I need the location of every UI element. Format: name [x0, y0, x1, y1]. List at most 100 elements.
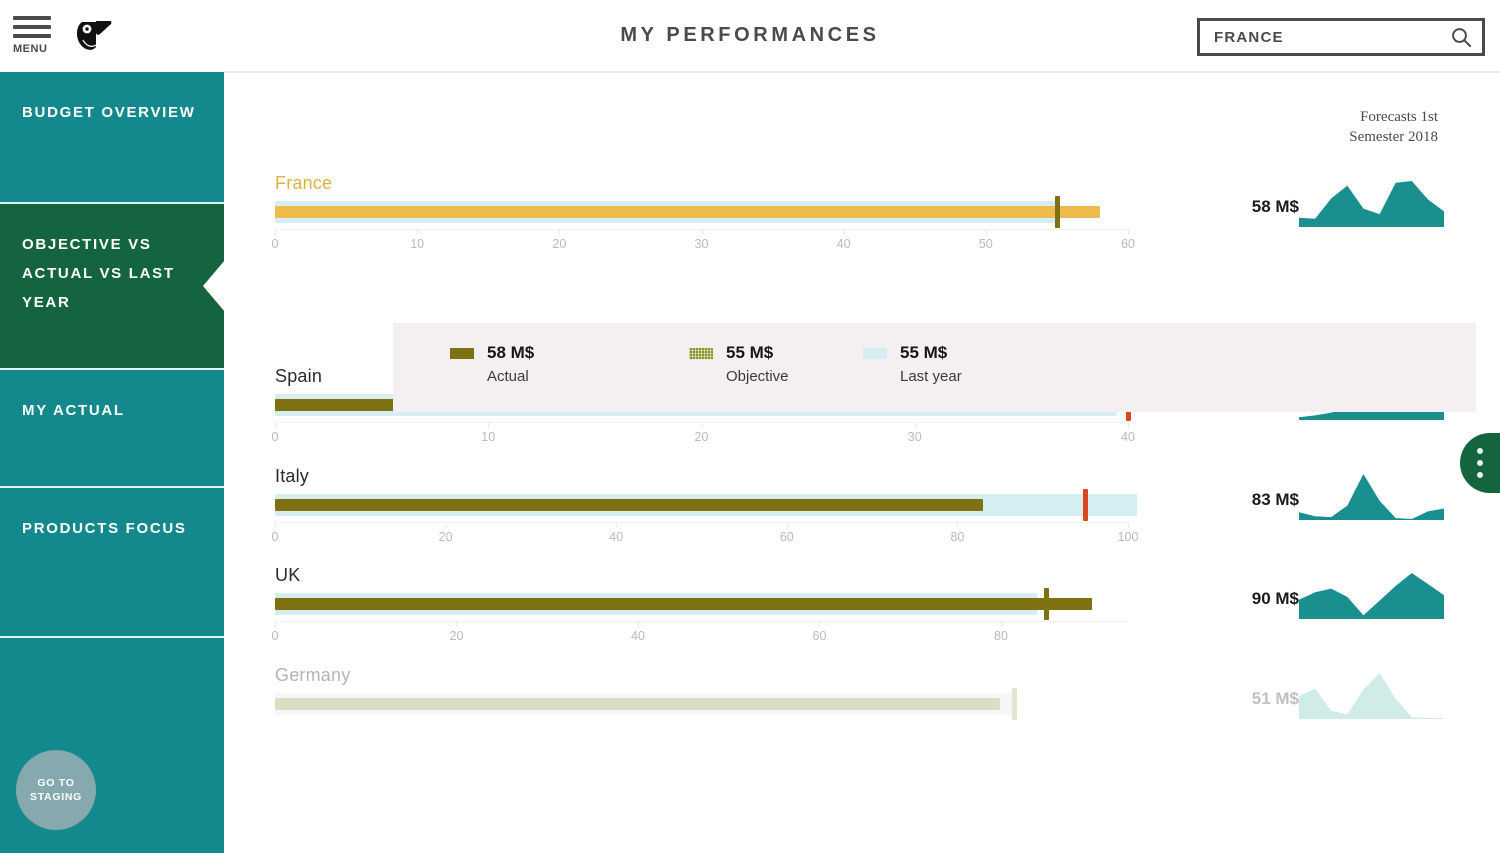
- row-total-value: 58 M$: [1209, 197, 1299, 217]
- actual-bar: [275, 206, 1100, 218]
- row-total-value: 51 M$: [1209, 689, 1299, 709]
- axis-tick: [446, 522, 447, 528]
- axis-tick-label: 60: [813, 629, 827, 643]
- axis-tick-label: 40: [837, 237, 851, 251]
- row-total-value: 90 M$: [1209, 589, 1299, 609]
- legend-caption-actual: Actual: [487, 368, 529, 385]
- bullet-row-label: UK: [275, 565, 300, 586]
- axis-line: [275, 522, 1128, 523]
- axis-tick-label: 40: [609, 530, 623, 544]
- actual-bar: [275, 499, 983, 511]
- axis-tick: [1001, 621, 1002, 627]
- axis-tick: [488, 422, 489, 428]
- bottom-fade: [224, 733, 1500, 853]
- search-box[interactable]: [1197, 18, 1485, 56]
- axis-tick: [616, 522, 617, 528]
- bullet-row-label: Germany: [275, 665, 350, 686]
- objective-marker: [1055, 196, 1060, 228]
- axis-tick: [638, 621, 639, 627]
- axis-tick-label: 40: [631, 629, 645, 643]
- axis-tick-label: 40: [1121, 430, 1135, 444]
- legend-swatch-lastyear: [863, 348, 887, 359]
- axis-tick-label: 0: [272, 237, 279, 251]
- axis-tick: [702, 229, 703, 235]
- axis-tick: [915, 422, 916, 428]
- axis-tick-label: 20: [552, 237, 566, 251]
- main-content: Forecasts 1st Semester 2018 France 0 10 20 3…: [224, 73, 1500, 853]
- axis-tick-label: 10: [410, 237, 424, 251]
- bullet-graph: [275, 691, 1128, 717]
- app-root: MENU MY PERFORMANCES B: [0, 0, 1500, 853]
- axis-tick: [844, 229, 845, 235]
- objective-marker: [1012, 688, 1017, 720]
- bullet-row-label: France: [275, 173, 332, 194]
- bullet-graph: [275, 492, 1128, 518]
- axis-tick: [787, 522, 788, 528]
- forecast-sparkline: [1299, 468, 1444, 520]
- axis-tick: [702, 422, 703, 428]
- app-header: MENU MY PERFORMANCES: [0, 0, 1500, 72]
- legend-value-actual: 58 M$: [487, 343, 534, 363]
- legend-panel: 58 M$ Actual 55 M$ Objective 55 M$ Last …: [393, 323, 1476, 412]
- axis-tick: [275, 522, 276, 528]
- axis-tick-label: 60: [1121, 237, 1135, 251]
- forecast-sparkline: [1299, 567, 1444, 619]
- row-total-value: 83 M$: [1209, 490, 1299, 510]
- legend-value-objective: 55 M$: [726, 343, 773, 363]
- search-input[interactable]: [1214, 29, 1450, 46]
- axis-tick-label: 20: [450, 629, 464, 643]
- go-to-staging-button[interactable]: GO TO STAGING: [16, 750, 96, 830]
- axis-tick: [1128, 522, 1129, 528]
- axis-tick: [275, 422, 276, 428]
- axis-tick: [417, 229, 418, 235]
- axis-tick: [559, 229, 560, 235]
- bullet-row-label: Italy: [275, 466, 309, 487]
- x-axis: 0 20 40 60 80: [275, 621, 1128, 649]
- more-vertical-icon: [1477, 460, 1483, 466]
- axis-tick: [957, 522, 958, 528]
- axis-tick-label: 20: [695, 430, 709, 444]
- bullet-graph: [275, 199, 1128, 225]
- axis-tick-label: 30: [908, 430, 922, 444]
- more-vertical-icon: [1477, 448, 1483, 454]
- axis-tick: [986, 229, 987, 235]
- sidebar-item-label: BUDGET OVERVIEW: [22, 104, 196, 121]
- forecast-sparkline: [1299, 667, 1444, 719]
- axis-tick-label: 0: [272, 629, 279, 643]
- more-vertical-icon: [1477, 472, 1483, 478]
- objective-marker: [1083, 489, 1088, 521]
- x-axis: 010203040: [275, 422, 1128, 450]
- actual-bar: [275, 698, 1000, 710]
- axis-tick: [275, 229, 276, 235]
- axis-tick-label: 100: [1118, 530, 1139, 544]
- forecast-caption-line2: Semester 2018: [1218, 127, 1438, 147]
- search-icon[interactable]: [1450, 26, 1472, 48]
- active-indicator-arrow: [203, 260, 225, 312]
- sidebar-item-products-focus[interactable]: PRODUCTS FOCUS: [0, 488, 224, 638]
- bullet-graph: [275, 591, 1128, 617]
- forecast-caption: Forecasts 1st Semester 2018: [1218, 107, 1438, 147]
- legend-value-lastyear: 55 M$: [900, 343, 947, 363]
- x-axis: 0102030405060: [275, 229, 1128, 257]
- axis-tick-label: 0: [272, 430, 279, 444]
- sidebar-item-my-actual[interactable]: MY ACTUAL: [0, 370, 224, 488]
- objective-marker: [1044, 588, 1049, 620]
- bullet-row-label: Spain: [275, 366, 322, 387]
- axis-tick-label: 80: [994, 629, 1008, 643]
- sidebar-item-label: MY ACTUAL: [22, 402, 125, 419]
- legend-caption-objective: Objective: [726, 368, 789, 385]
- legend-swatch-objective: [689, 348, 713, 359]
- axis-tick: [456, 621, 457, 627]
- axis-tick-label: 0: [272, 530, 279, 544]
- forecast-caption-line1: Forecasts 1st: [1218, 107, 1438, 127]
- sidebar-item-label: PRODUCTS FOCUS: [22, 520, 187, 537]
- axis-tick: [275, 621, 276, 627]
- axis-tick-label: 20: [439, 530, 453, 544]
- axis-tick-label: 60: [780, 530, 794, 544]
- forecast-sparkline: [1299, 175, 1444, 227]
- legend-swatch-actual: [450, 348, 474, 359]
- sidebar-item-objective-vs-actual-vs-last-year[interactable]: OBJECTIVE VS ACTUAL VS LAST YEAR: [0, 204, 224, 370]
- axis-tick-label: 10: [481, 430, 495, 444]
- axis-tick: [1128, 229, 1129, 235]
- sidebar-item-budget-overview[interactable]: BUDGET OVERVIEW: [0, 72, 224, 204]
